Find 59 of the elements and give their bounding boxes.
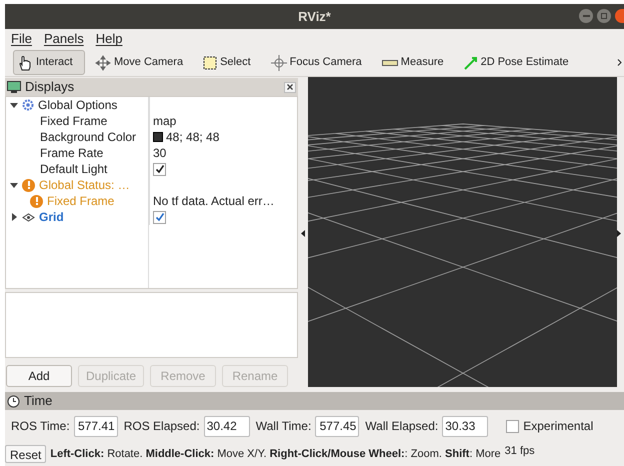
tool-button[interactable]: Focus Camera [266, 50, 366, 75]
tree-item-label[interactable]: Fixed Frame [30, 112, 108, 130]
expand-arrow-icon[interactable] [10, 213, 18, 221]
tree-item-label[interactable]: Grid [39, 208, 64, 226]
splitter-arrow-icon[interactable] [301, 230, 305, 236]
time-label: ROS Elapsed: [124, 418, 200, 435]
time-label: ROS Time: [11, 418, 70, 435]
time-field[interactable]: 30.42 [204, 416, 250, 436]
menu-item[interactable]: Panels [44, 29, 84, 49]
tree-item-label[interactable]: Default Light [30, 160, 108, 178]
property-value: No tf data. Actual err… [153, 193, 274, 210]
tool-button[interactable]: 2D Pose Estimate [460, 50, 573, 75]
property-value: 30 [153, 145, 166, 162]
ruler-icon [382, 58, 398, 66]
checkbox[interactable] [153, 210, 166, 224]
window-title: RViz* [298, 8, 331, 26]
monitor-icon [7, 81, 21, 93]
splitter-arrow-icon[interactable] [617, 230, 621, 236]
tool-button[interactable]: Interact [13, 50, 85, 75]
menu-item[interactable]: File [11, 29, 32, 49]
checkbox[interactable] [153, 162, 166, 176]
checkbox[interactable] [506, 420, 520, 432]
tree-item-label[interactable]: Global Options [38, 96, 118, 114]
time-field[interactable]: 577.45 [315, 416, 360, 436]
clock-icon [7, 394, 20, 408]
status-hint: Left-Click: Rotate. Middle-Click: Move X/Y. Right-Click/Mouse Wheel:: Zoom. Shift: More [50, 446, 501, 462]
crosshair-icon [270, 54, 287, 70]
move-icon [95, 54, 111, 70]
panel-title: Displays [25, 78, 74, 96]
time-field[interactable]: 577.41 [74, 416, 118, 436]
panel-title: Time [24, 392, 52, 410]
close-icon[interactable] [284, 82, 296, 92]
tool-button[interactable]: Move Camera [91, 50, 188, 75]
maximize-icon[interactable] [597, 9, 611, 23]
fps-readout: 31 fps [504, 444, 535, 459]
tree-item-label[interactable]: Frame Rate [30, 144, 104, 162]
panel-button[interactable]: Add [6, 365, 72, 387]
property-value: 48; 48; 48 [166, 129, 220, 146]
property-value: map [153, 113, 176, 130]
checkbox-label: Experimental [523, 418, 594, 435]
time-label: Wall Elapsed: [365, 418, 438, 435]
collapse-arrow-icon[interactable] [10, 181, 18, 189]
reset-button[interactable]: Reset [5, 445, 46, 463]
eye-icon [22, 212, 35, 222]
chevron-right-icon[interactable] [617, 59, 622, 66]
warning-icon [22, 178, 35, 192]
arrow-icon [464, 56, 478, 70]
tree-item-label[interactable]: Background Color [30, 128, 136, 146]
menu-item[interactable]: Help [96, 29, 122, 49]
warning-icon [30, 194, 43, 208]
tool-button[interactable]: Select [199, 50, 255, 75]
selection-icon [203, 56, 218, 70]
gear-icon [22, 99, 34, 111]
minimize-icon[interactable] [579, 9, 593, 23]
hand-icon [17, 54, 33, 70]
tool-button[interactable]: Measure [378, 50, 448, 75]
time-field[interactable]: 30.33 [442, 416, 488, 436]
time-label: Wall Time: [256, 418, 312, 435]
collapse-arrow-icon[interactable] [10, 101, 18, 109]
